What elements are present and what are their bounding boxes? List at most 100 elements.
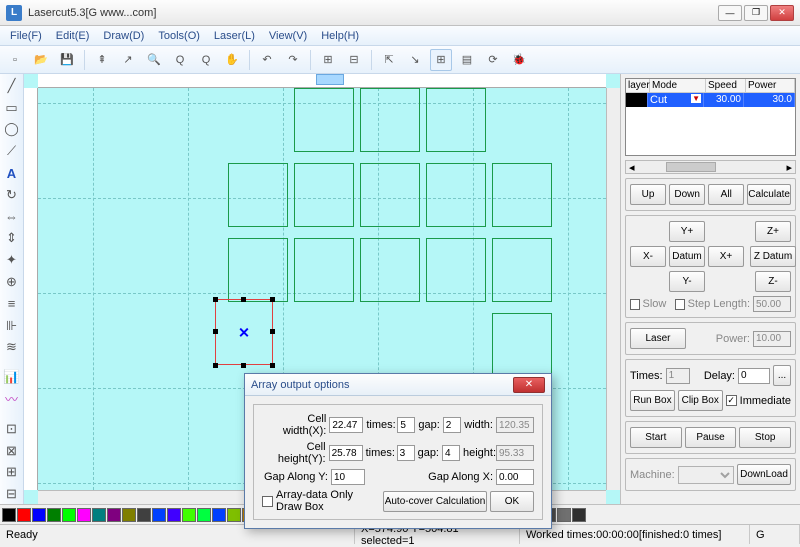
layer-table[interactable]: layer Mode Speed Power Cut▼ 30.00 30.0 [625, 78, 796, 156]
times-y-input[interactable] [397, 445, 415, 461]
menu-file[interactable]: File(F) [4, 28, 48, 44]
canvas-scrollbar-v[interactable] [606, 88, 620, 490]
gap-x-input[interactable] [443, 417, 461, 433]
palette-swatch[interactable] [2, 508, 16, 522]
arraydata-checkbox[interactable] [262, 496, 273, 507]
palette-swatch[interactable] [152, 508, 166, 522]
gap-y-input[interactable] [442, 445, 460, 461]
layer-up-button[interactable]: Up [630, 184, 666, 205]
line-tool-icon[interactable]: ╱ [2, 76, 22, 96]
palette-swatch[interactable] [62, 508, 76, 522]
resize-handle[interactable] [270, 329, 275, 334]
distribute-icon[interactable]: ≋ [2, 338, 22, 358]
group3-icon[interactable]: ⊞ [2, 462, 22, 482]
pan-icon[interactable]: ✋ [221, 49, 243, 71]
select-icon[interactable]: ⇱ [378, 49, 400, 71]
palette-swatch[interactable] [107, 508, 121, 522]
palette-swatch[interactable] [47, 508, 61, 522]
snap-icon[interactable]: ↘ [404, 49, 426, 71]
undo-icon[interactable]: ↶ [256, 49, 278, 71]
grid-icon[interactable]: ⊞ [430, 49, 452, 71]
layer-all-button[interactable]: All [708, 184, 744, 205]
download-button[interactable]: DownLoad [737, 464, 791, 485]
z-datum-button[interactable]: Z Datum [750, 246, 796, 267]
y-plus-button[interactable]: Y+ [669, 221, 705, 242]
slow-checkbox[interactable] [630, 299, 640, 310]
palette-swatch[interactable] [167, 508, 181, 522]
align2-icon[interactable]: ⊟ [343, 49, 365, 71]
menu-draw[interactable]: Draw(D) [97, 28, 150, 44]
palette-swatch[interactable] [17, 508, 31, 522]
import-icon[interactable]: ⇞ [91, 49, 113, 71]
palette-swatch[interactable] [77, 508, 91, 522]
machine-select[interactable] [678, 466, 734, 484]
menu-edit[interactable]: Edit(E) [50, 28, 96, 44]
autocover-button[interactable]: Auto-cover Calculation [383, 491, 487, 512]
pointer-icon[interactable]: ↗ [117, 49, 139, 71]
x-minus-button[interactable]: X- [630, 246, 666, 267]
zoom-out-icon[interactable]: Q [169, 49, 191, 71]
group1-icon[interactable]: ⊡ [2, 419, 22, 439]
resize-handle[interactable] [241, 297, 246, 302]
x-plus-button[interactable]: X+ [708, 246, 744, 267]
gap-along-x-input[interactable] [496, 469, 534, 485]
resize-handle[interactable] [270, 363, 275, 368]
delay-ellipsis-button[interactable]: ... [773, 365, 791, 386]
resize-handle[interactable] [241, 363, 246, 368]
palette-swatch[interactable] [122, 508, 136, 522]
y-minus-button[interactable]: Y- [669, 271, 705, 292]
gap-along-y-input[interactable] [331, 469, 365, 485]
palette-swatch[interactable] [32, 508, 46, 522]
center-icon[interactable]: ⊕ [2, 272, 22, 292]
palette-swatch[interactable] [227, 508, 241, 522]
cell-height-input[interactable] [329, 445, 363, 461]
palette-swatch[interactable] [212, 508, 226, 522]
zoom-fit-icon[interactable]: Q [195, 49, 217, 71]
palette-swatch[interactable] [197, 508, 211, 522]
clip-box-button[interactable]: Clip Box [678, 390, 723, 411]
refresh-icon[interactable]: ⟳ [482, 49, 504, 71]
step-checkbox[interactable] [675, 299, 685, 310]
mirror-h-icon[interactable]: ⇔ [2, 207, 22, 227]
menu-laser[interactable]: Laser(L) [208, 28, 261, 44]
polyline-tool-icon[interactable]: ⟋ [2, 141, 22, 161]
open-icon[interactable]: 📂 [30, 49, 52, 71]
z-minus-button[interactable]: Z- [755, 271, 791, 292]
delay-input[interactable] [738, 368, 770, 384]
align-left-icon[interactable]: ⊪ [2, 316, 22, 336]
wave-icon[interactable]: 〰 [2, 389, 22, 409]
chart-icon[interactable]: 📊 [2, 367, 22, 387]
rect-tool-icon[interactable]: ▭ [2, 98, 22, 118]
calculate-button[interactable]: Calculate [747, 184, 791, 205]
menu-help[interactable]: Help(H) [315, 28, 365, 44]
dialog-titlebar[interactable]: Array output options ✕ [245, 374, 551, 396]
group4-icon[interactable]: ⊟ [2, 484, 22, 504]
menu-view[interactable]: View(V) [263, 28, 313, 44]
group2-icon[interactable]: ⊠ [2, 441, 22, 461]
palette-swatch[interactable] [557, 508, 571, 522]
align-top-icon[interactable]: ≡ [2, 294, 22, 314]
layer-scrollbar[interactable]: ◂▸ [625, 160, 796, 174]
resize-handle[interactable] [213, 363, 218, 368]
zoom-in-icon[interactable]: 🔍 [143, 49, 165, 71]
mirror-v-icon[interactable]: ⇕ [2, 229, 22, 249]
immediate-checkbox[interactable]: ✓ [726, 395, 737, 406]
pause-button[interactable]: Pause [685, 427, 737, 448]
dialog-close-button[interactable]: ✕ [513, 377, 545, 393]
bug-icon[interactable]: 🐞 [508, 49, 530, 71]
laser-button[interactable]: Laser [630, 328, 686, 349]
cell-width-input[interactable] [329, 417, 363, 433]
layer-row[interactable]: Cut▼ 30.00 30.0 [626, 93, 795, 107]
align-icon[interactable]: ⊞ [317, 49, 339, 71]
close-button[interactable]: ✕ [770, 5, 794, 21]
palette-swatch[interactable] [137, 508, 151, 522]
palette-swatch[interactable] [92, 508, 106, 522]
start-button[interactable]: Start [630, 427, 682, 448]
minimize-button[interactable]: — [718, 5, 742, 21]
ok-button[interactable]: OK [490, 491, 534, 512]
layer-mode-cell[interactable]: Cut▼ [648, 93, 704, 107]
times-x-input[interactable] [397, 417, 415, 433]
palette-swatch[interactable] [182, 508, 196, 522]
stop-button[interactable]: Stop [739, 427, 791, 448]
datum-button[interactable]: Datum [669, 246, 705, 267]
